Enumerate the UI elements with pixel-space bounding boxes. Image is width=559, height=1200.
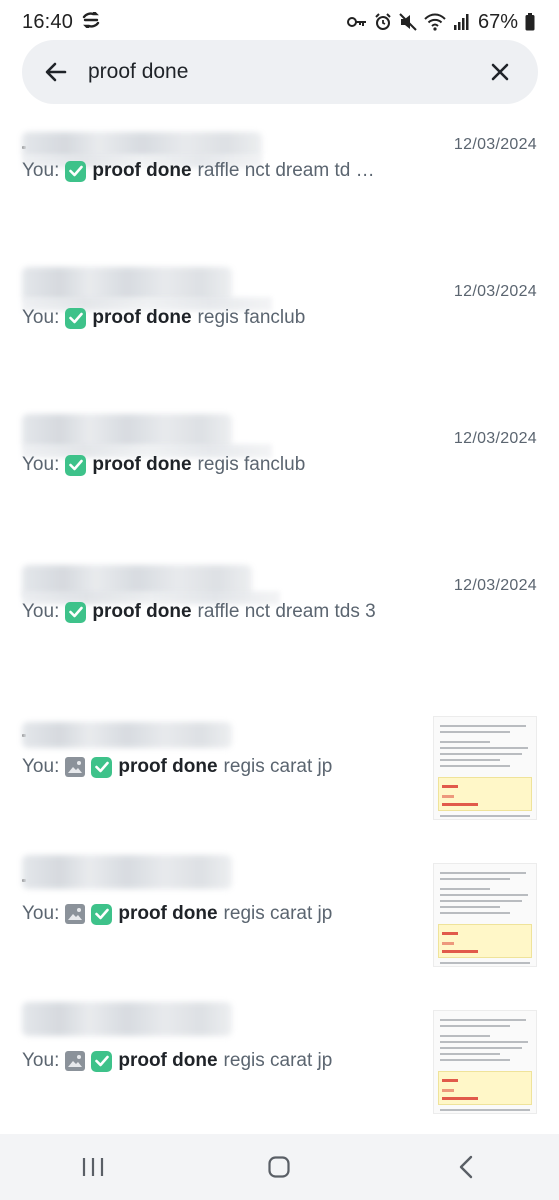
signal-icon: [453, 14, 469, 30]
navigation-bar: [0, 1134, 559, 1200]
search-result-item[interactable]: 12/03/2024 You: proof done raffle nct dr…: [0, 561, 559, 701]
back-icon[interactable]: [426, 1134, 506, 1200]
contact-name-blurred: [22, 1002, 232, 1036]
you-prefix: You:: [22, 601, 60, 622]
you-prefix: You:: [22, 454, 60, 475]
battery-percent: 67%: [477, 10, 518, 33]
result-date: 12/03/2024: [453, 577, 537, 594]
status-right: 67%: [346, 10, 535, 34]
check-mark-icon: [65, 307, 87, 329]
result-date: 12/03/2024: [453, 283, 537, 300]
result-date: 12/03/2024: [453, 430, 537, 447]
mute-icon: [399, 13, 417, 31]
wifi-icon: [424, 13, 446, 31]
status-left: 16:40: [22, 10, 101, 34]
back-arrow-icon[interactable]: [26, 40, 86, 104]
screen: 16:40 67% proof done 12/03/2024 You: pro…: [0, 0, 559, 1200]
keyword-highlight: proof done: [92, 307, 192, 328]
message-text: raffle nct dream td …: [197, 160, 375, 181]
search-bar: [22, 40, 538, 104]
contact-name-blurred: [22, 267, 232, 301]
search-result-item[interactable]: 12/03/2024 You: proof done raffle nct dr…: [0, 120, 559, 260]
recent-apps-icon[interactable]: [53, 1134, 133, 1200]
you-prefix: You:: [22, 307, 60, 328]
check-mark-icon: [65, 601, 87, 623]
photo-icon: [65, 904, 86, 924]
result-message: You: proof done raffle nct dream tds 3: [22, 601, 537, 623]
keyword-highlight: proof done: [118, 903, 218, 924]
message-text: regis carat jp: [223, 1050, 333, 1071]
result-message: You: proof done regis carat jp: [22, 756, 419, 778]
photo-icon: [65, 757, 86, 777]
you-prefix: You:: [22, 160, 60, 181]
search-result-item[interactable]: You: proof done regis carat jp: [0, 714, 559, 854]
result-message: You: proof done raffle nct dream td …: [22, 160, 537, 182]
contact-name-blurred: [22, 414, 232, 448]
image-thumbnail[interactable]: [433, 863, 537, 967]
result-message: You: proof done regis fanclub: [22, 307, 537, 329]
home-icon[interactable]: [239, 1134, 319, 1200]
check-mark-icon: [91, 756, 113, 778]
check-mark-icon: [91, 1050, 113, 1072]
check-mark-icon: [65, 160, 87, 182]
battery-icon: [525, 13, 535, 31]
keyword-highlight: proof done: [92, 160, 192, 181]
message-text: raffle nct dream tds 3: [197, 601, 376, 622]
you-prefix: You:: [22, 903, 60, 924]
photo-icon: [65, 1051, 86, 1071]
contact-name-blurred: [22, 722, 232, 748]
result-date: 12/03/2024: [453, 136, 537, 153]
image-thumbnail[interactable]: [433, 1010, 537, 1114]
keyword-highlight: proof done: [92, 601, 192, 622]
message-text: regis carat jp: [223, 756, 333, 777]
alarm-icon: [374, 13, 392, 31]
status-time: 16:40: [22, 10, 74, 33]
message-text: regis carat jp: [223, 903, 333, 924]
contact-name-blurred: [22, 855, 232, 889]
search-result-item[interactable]: 12/03/2024 You: proof done regis fanclub: [0, 267, 559, 407]
status-bar: 16:40 67%: [0, 0, 559, 44]
check-mark-icon: [65, 454, 87, 476]
image-thumbnail[interactable]: [433, 716, 537, 820]
search-result-item[interactable]: You: proof done regis carat jp: [0, 1002, 559, 1148]
check-mark-icon: [91, 903, 113, 925]
result-message: You: proof done regis carat jp: [22, 903, 419, 925]
sync-icon: [81, 10, 101, 34]
search-result-item[interactable]: You: proof done regis carat jp: [0, 855, 559, 1001]
result-message: You: proof done regis carat jp: [22, 1050, 419, 1072]
key-icon: [346, 15, 367, 29]
keyword-highlight: proof done: [118, 1050, 218, 1071]
close-icon[interactable]: [468, 40, 532, 104]
search-result-item[interactable]: 12/03/2024 You: proof done regis fanclub: [0, 414, 559, 554]
keyword-highlight: proof done: [92, 454, 192, 475]
keyword-highlight: proof done: [118, 756, 218, 777]
message-text: regis fanclub: [197, 454, 306, 475]
you-prefix: You:: [22, 756, 60, 777]
search-input[interactable]: [86, 60, 468, 84]
message-text: regis fanclub: [197, 307, 306, 328]
result-message: You: proof done regis fanclub: [22, 454, 537, 476]
you-prefix: You:: [22, 1050, 60, 1071]
